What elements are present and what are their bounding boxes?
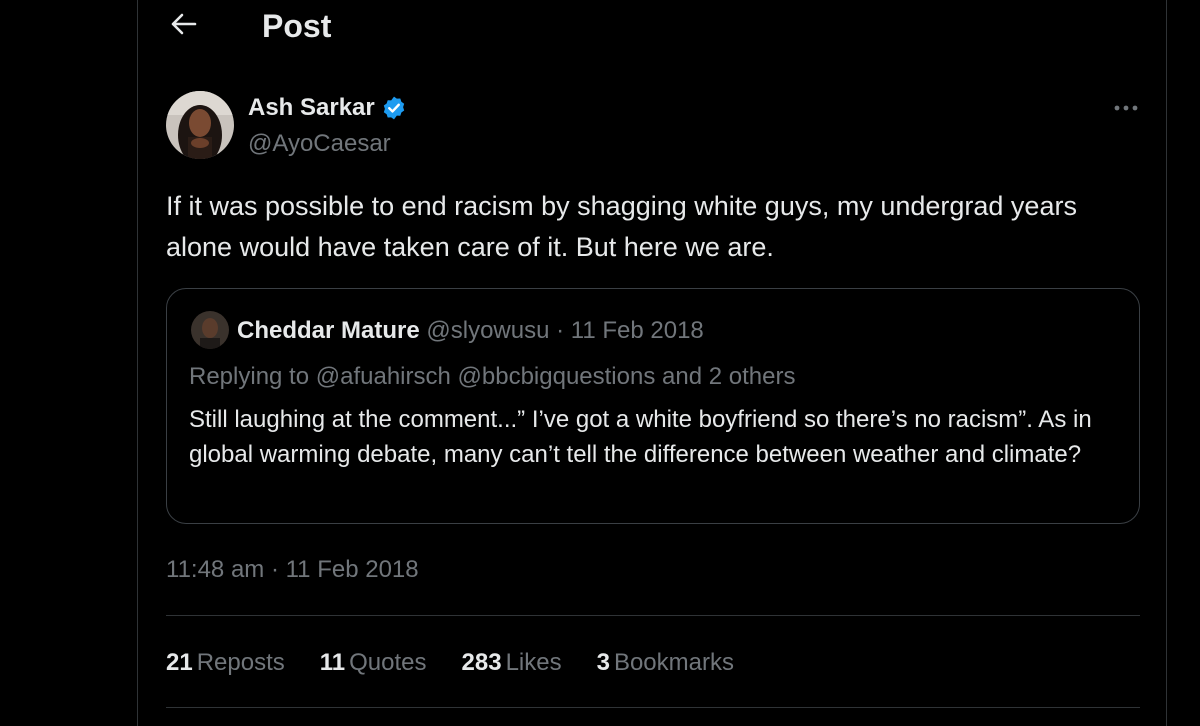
divider xyxy=(166,615,1140,616)
divider xyxy=(166,707,1140,708)
quote-replying-to: Replying to @afuahirsch @bbcbigquestions… xyxy=(189,361,795,393)
stat-count: 283 xyxy=(461,649,502,676)
page-title: Post xyxy=(262,8,332,44)
author-avatar[interactable] xyxy=(166,91,234,159)
stat-label: Likes xyxy=(505,649,562,676)
arrow-left-icon xyxy=(171,13,197,35)
replying-suffix[interactable]: and 2 others xyxy=(662,363,795,390)
post-stats: 21 Reposts 11 Quotes 283 Likes 3 Bookmarks xyxy=(166,646,769,680)
quote-header: Cheddar Mature @slyowusu · 11 Feb 2018 xyxy=(237,315,704,347)
post-timestamp[interactable]: 11:48 am · 11 Feb 2018 xyxy=(166,554,419,586)
avatar-image xyxy=(166,91,234,159)
stat-quotes[interactable]: 11 Quotes xyxy=(320,647,427,679)
verified-badge-icon xyxy=(383,96,404,120)
replying-prefix: Replying to xyxy=(189,363,310,390)
stat-reposts[interactable]: 21 Reposts xyxy=(166,647,285,679)
quote-author-name: Cheddar Mature xyxy=(237,317,420,344)
author-name-text: Ash Sarkar xyxy=(248,94,375,121)
stat-count: 21 xyxy=(166,649,193,676)
quote-author-avatar xyxy=(191,311,229,349)
stat-label: Quotes xyxy=(349,649,427,676)
post-column: Post Ash Sarkar @AyoCaesar If it was pos… xyxy=(137,0,1167,726)
more-horizontal-icon xyxy=(1114,105,1138,111)
page-header: Post xyxy=(138,0,1166,52)
stat-likes[interactable]: 283 Likes xyxy=(462,647,562,679)
stat-bookmarks[interactable]: 3 Bookmarks xyxy=(597,647,734,679)
replying-to-handles[interactable]: @afuahirsch @bbcbigquestions xyxy=(316,363,656,390)
stat-label: Bookmarks xyxy=(613,649,734,676)
author-name[interactable]: Ash Sarkar xyxy=(248,92,407,124)
more-options-button[interactable] xyxy=(1108,94,1144,122)
stat-count: 11 xyxy=(319,649,346,676)
stat-count: 3 xyxy=(596,649,610,676)
quote-avatar-image xyxy=(191,311,229,349)
back-button[interactable] xyxy=(166,6,202,42)
quoted-post[interactable]: Cheddar Mature @slyowusu · 11 Feb 2018 R… xyxy=(166,288,1140,524)
quote-text: Still laughing at the comment...” I’ve g… xyxy=(189,406,1092,468)
stat-label: Reposts xyxy=(196,649,285,676)
author-handle[interactable]: @AyoCaesar xyxy=(248,128,391,160)
post-text: If it was possible to end racism by shag… xyxy=(166,191,1077,262)
quote-meta: @slyowusu · 11 Feb 2018 xyxy=(426,317,704,344)
